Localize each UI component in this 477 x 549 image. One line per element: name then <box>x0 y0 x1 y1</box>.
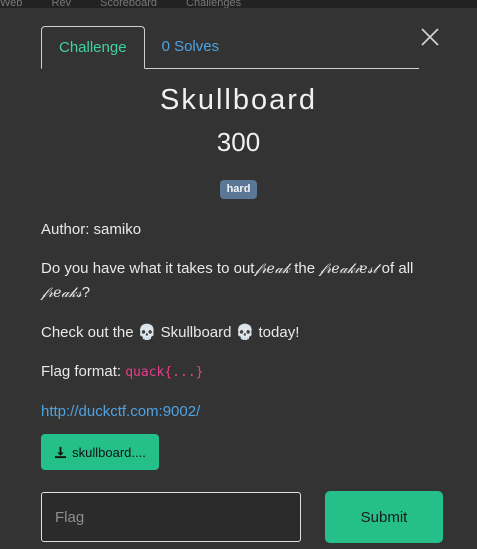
desc-text: of all <box>381 260 414 277</box>
link-line: http://duckctf.com:9002/ <box>41 400 441 423</box>
bg-nav-item: Rev <box>51 0 72 8</box>
checkout-text: Skullboard <box>160 324 232 341</box>
close-button[interactable] <box>419 26 441 48</box>
challenge-link[interactable]: http://duckctf.com:9002/ <box>41 403 200 420</box>
checkout-text: today! <box>258 324 300 341</box>
checkout-text: Check out the <box>41 324 134 341</box>
flag-format-label: Flag format: <box>41 363 122 380</box>
challenge-points: 300 <box>216 127 261 157</box>
difficulty-badge-wrap: hard <box>0 179 477 199</box>
bg-nav-item: Challenges <box>186 0 242 8</box>
desc-fancy-text: 𝒻𝓇𝑒𝒶𝓀𝓈 <box>41 285 82 301</box>
challenge-title: Skullboard <box>159 84 318 116</box>
desc-text: Do you have what it takes to out <box>41 260 255 277</box>
desc-text: ? <box>81 284 91 301</box>
skull-icon: 💀 <box>137 324 157 341</box>
submit-button[interactable]: Submit <box>325 491 443 543</box>
bg-nav-item: Scoreboard <box>100 0 157 8</box>
background-nav-strip: Web Rev Scoreboard Challenges <box>0 0 477 8</box>
checkout-line: Check out the 💀 Skullboard 💀 today! <box>41 321 441 344</box>
description-paragraph: Do you have what it takes to out𝒻𝓇𝑒𝒶𝓀 th… <box>41 257 441 305</box>
challenge-description: Author: samiko Do you have what it takes… <box>41 218 441 439</box>
desc-fancy-text: 𝒻𝓇𝑒𝒶𝓀 <box>254 261 291 277</box>
flag-format-code: quack{...} <box>125 365 204 380</box>
desc-fancy-text: 𝒻𝓇𝑒𝒶𝓀𝒾𝑒𝓈𝓉 <box>319 261 378 277</box>
challenge-modal: Web Rev Scoreboard Challenges Challenge … <box>0 0 477 549</box>
author-line: Author: samiko <box>41 221 142 238</box>
modal-tabs: Challenge 0 Solves <box>41 26 419 69</box>
download-file-button[interactable]: skullboard.... <box>41 434 159 470</box>
tab-challenge[interactable]: Challenge <box>41 26 145 69</box>
difficulty-badge: hard <box>219 180 258 199</box>
flag-format-line: Flag format: quack{...} <box>41 360 441 384</box>
flag-input[interactable] <box>41 492 301 542</box>
bg-nav-item: Web <box>0 0 23 8</box>
download-icon <box>55 446 67 458</box>
desc-text: the <box>294 260 316 277</box>
close-icon <box>421 28 439 46</box>
file-label: skullboard.... <box>72 444 146 460</box>
skull-icon: 💀 <box>235 324 255 341</box>
tab-solves[interactable]: 0 Solves <box>145 26 237 67</box>
